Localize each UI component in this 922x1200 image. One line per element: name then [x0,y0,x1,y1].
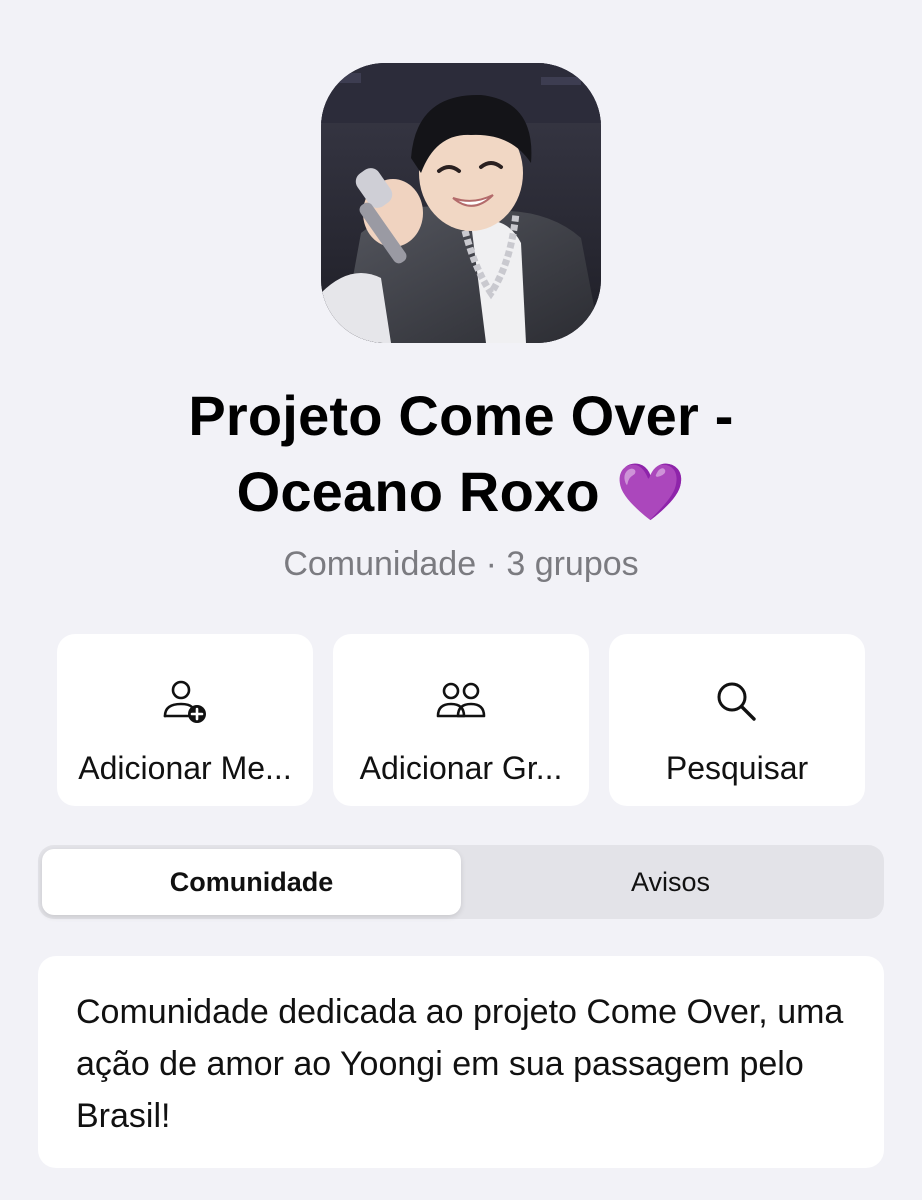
purple-heart-icon: 💜 [615,460,686,525]
community-title-line1: Projeto Come Over - [188,384,734,447]
community-title-name: Oceano Roxo [236,460,600,523]
search-label: Pesquisar [665,750,809,786]
add-groups-label: Adicionar Gr... [359,750,563,786]
community-subtitle: Comunidade · 3 grupos [283,545,639,583]
add-groups-button[interactable]: Adicionar Gr... [333,634,589,806]
action-bar: Adicionar Me... Adicionar Gr... Pesquisa… [57,634,865,806]
person-add-icon [163,680,206,723]
community-description: Comunidade dedicada ao projeto Come Over… [38,956,884,1168]
tab-avisos[interactable]: Avisos [461,849,880,915]
add-members-button[interactable]: Adicionar Me... [57,634,313,806]
add-members-label: Adicionar Me... [78,750,292,786]
tab-comunidade[interactable]: Comunidade [42,849,461,915]
avatar-photo [321,63,601,343]
community-avatar[interactable] [321,63,601,343]
community-title: Projeto Come Over - Oceano Roxo 💜 [0,378,922,531]
group-icon [436,682,486,718]
search-icon [717,682,756,721]
tab-switcher: Comunidade Avisos [38,845,884,919]
search-button[interactable]: Pesquisar [609,634,865,806]
community-title-line2: Oceano Roxo 💜 [0,454,922,531]
